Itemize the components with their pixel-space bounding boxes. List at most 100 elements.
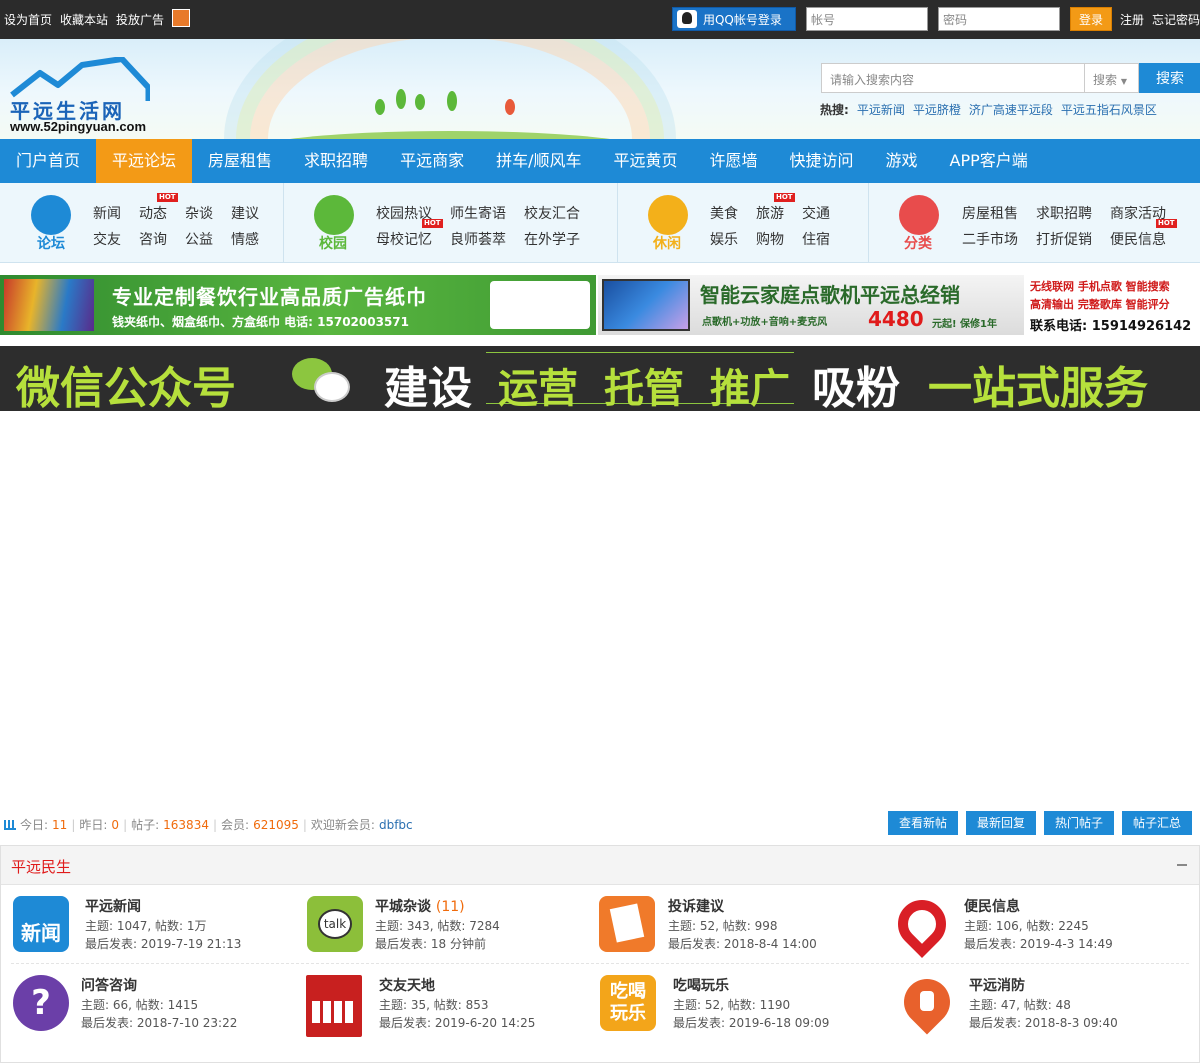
subnav-link[interactable]: 房屋租售	[962, 203, 1018, 223]
karaoke-ad-price: 4480	[868, 307, 924, 331]
nav-item-carpool[interactable]: 拼车/顺风车	[480, 139, 597, 183]
karaoke-ad-banner[interactable]: 智能云家庭点歌机平远总经销 点歌机+功放+音响+麦克风 4480 元起! 保修1…	[598, 275, 1200, 335]
password-field[interactable]: 密码	[937, 7, 1060, 31]
search-type-select[interactable]: 搜索 ▼	[1085, 63, 1139, 93]
subnav-link[interactable]: 购物	[756, 229, 784, 249]
subnav-link[interactable]: 美食	[710, 203, 738, 223]
username-field[interactable]: 帐号	[805, 7, 928, 31]
subnav-link[interactable]: 交友	[93, 229, 121, 249]
nav-item-jobs[interactable]: 求职招聘	[288, 139, 384, 183]
new-posts-button[interactable]: 查看新帖	[887, 811, 958, 835]
karaoke-machine-image	[602, 279, 690, 331]
subnav-link[interactable]: 师生寄语	[450, 203, 506, 223]
forum-card[interactable]: 交友天地 主题: 35, 帖数: 853 最后发表: 2019-6-20 14:…	[306, 975, 596, 1043]
nav-item-forum[interactable]: 平远论坛	[96, 139, 193, 183]
subnav-link[interactable]: 新闻	[93, 203, 121, 223]
forum-last-post[interactable]: 最后发表: 2018-8-4 14:00	[668, 935, 817, 952]
forum-card[interactable]: 便民信息 主题: 106, 帖数: 2245 最后发表: 2019-4-3 14…	[888, 890, 1184, 964]
subnav-link[interactable]: 动态	[139, 203, 167, 223]
subnav-link[interactable]: 母校记忆	[376, 229, 432, 249]
login-button[interactable]: 登录	[1069, 7, 1112, 31]
forum-last-post[interactable]: 最后发表: 2018-8-3 09:40	[969, 1014, 1118, 1031]
subnav-link[interactable]: 情感	[231, 229, 259, 249]
forum-last-post[interactable]: 最后发表: 2019-7-19 21:13	[85, 935, 241, 952]
question-icon: ?	[13, 975, 69, 1031]
forum-name[interactable]: 交友天地	[379, 975, 435, 995]
row-divider	[11, 963, 1189, 964]
hot-term[interactable]: 平远脐橙	[913, 101, 961, 118]
site-logo[interactable]: 平远生活网 www.52pingyuan.com	[8, 53, 158, 137]
napkin-product-image	[4, 279, 94, 331]
set-homepage-link[interactable]: 设为首页	[4, 11, 52, 28]
forum-card[interactable]: 平远消防 主题: 47, 帖数: 48 最后发表: 2018-8-3 09:40	[894, 969, 1190, 1043]
subnav-link[interactable]: 求职招聘	[1036, 203, 1092, 223]
subnav-link[interactable]: 娱乐	[710, 229, 738, 249]
collapse-icon[interactable]	[1177, 864, 1187, 866]
subnav-link[interactable]: 住宿	[802, 229, 830, 249]
subnav-link[interactable]: 二手市场	[962, 229, 1018, 249]
subnav-link[interactable]: 公益	[185, 229, 213, 249]
newest-member-link[interactable]: dbfbc	[379, 818, 413, 832]
nav-item-wish-wall[interactable]: 许愿墙	[694, 139, 774, 183]
nav-item-yellow-pages[interactable]: 平远黄页	[597, 139, 693, 183]
search-input[interactable]: 请输入搜索内容	[821, 63, 1085, 93]
subnav-link[interactable]: 打折促销	[1036, 229, 1092, 249]
napkin-ad-banner[interactable]: 专业定制餐饮行业高品质广告纸巾 钱夹纸巾、烟盒纸巾、方盒纸巾 电话: 15702…	[0, 275, 596, 335]
nav-item-home[interactable]: 门户首页	[0, 139, 96, 183]
forum-card[interactable]: 吃喝玩乐 吃喝玩乐 主题: 52, 帖数: 1190 最后发表: 2019-6-…	[600, 975, 890, 1043]
hot-term[interactable]: 平远新闻	[857, 101, 905, 118]
nav-item-housing[interactable]: 房屋租售	[192, 139, 288, 183]
qq-login-button[interactable]: 用QQ帐号登录	[671, 7, 796, 31]
forum-last-post[interactable]: 最后发表: 2019-6-20 14:25	[379, 1014, 535, 1031]
forum-card[interactable]: 投诉建议 主题: 52, 帖数: 998 最后发表: 2018-8-4 14:0…	[599, 896, 889, 964]
nav-item-merchants[interactable]: 平远商家	[384, 139, 480, 183]
forum-name[interactable]: 便民信息	[964, 896, 1020, 916]
subnav-group-label: 分类	[904, 236, 932, 252]
karaoke-ad-bundle: 点歌机+功放+音响+麦克风	[702, 317, 828, 328]
latest-replies-button[interactable]: 最新回复	[965, 811, 1036, 835]
forum-last-post[interactable]: 最后发表: 18 分钟前	[375, 935, 486, 952]
talk-icon: talk	[307, 896, 363, 952]
forum-card[interactable]: ? 问答咨询 主题: 66, 帖数: 1415 最后发表: 2018-7-10 …	[13, 975, 303, 1043]
nav-item-app[interactable]: APP客户端	[934, 139, 1044, 183]
section-title[interactable]: 平远民生	[11, 856, 71, 877]
subnav-link[interactable]: 良师荟萃	[450, 229, 506, 249]
search-button[interactable]: 搜索	[1139, 63, 1200, 93]
today-label: 今日:	[20, 818, 49, 832]
forum-last-post[interactable]: 最后发表: 2018-7-10 23:22	[81, 1014, 237, 1031]
forum-card[interactable]: 新闻 平远新闻 主题: 1047, 帖数: 1万 最后发表: 2019-7-19…	[13, 896, 303, 964]
hot-term[interactable]: 济广高速平远段	[969, 101, 1053, 118]
subnav-link[interactable]: 便民信息	[1110, 229, 1166, 249]
nav-item-games[interactable]: 游戏	[870, 139, 934, 183]
forum-last-post[interactable]: 最后发表: 2019-4-3 14:49	[964, 935, 1113, 952]
advertise-link[interactable]: 投放广告	[116, 11, 164, 28]
forgot-password-link[interactable]: 忘记密码	[1152, 11, 1200, 28]
stats-chart-icon	[4, 819, 16, 830]
bookmark-link[interactable]: 收藏本站	[60, 11, 108, 28]
post-summary-button[interactable]: 帖子汇总	[1121, 811, 1192, 835]
register-link[interactable]: 注册	[1120, 11, 1144, 28]
forum-name[interactable]: 平城杂谈 (11)	[375, 896, 465, 916]
subnav-link[interactable]: 咨询	[139, 229, 167, 249]
fire-icon	[894, 969, 960, 1035]
subnav-link[interactable]: 建议	[231, 203, 259, 223]
hot-term[interactable]: 平远五指石风景区	[1061, 101, 1157, 118]
subnav-link[interactable]: 在外学子	[524, 229, 580, 249]
forum-name[interactable]: 平远消防	[969, 975, 1025, 995]
subnav-link[interactable]: 旅游	[756, 203, 784, 223]
forum-name[interactable]: 投诉建议	[668, 896, 724, 916]
karaoke-ad-title: 智能云家庭点歌机平远总经销	[700, 283, 960, 307]
forum-name[interactable]: 问答咨询	[81, 975, 137, 995]
qr-code-icon[interactable]	[172, 9, 191, 27]
hot-posts-button[interactable]: 热门帖子	[1043, 811, 1114, 835]
forum-last-post[interactable]: 最后发表: 2019-6-18 09:09	[673, 1014, 829, 1031]
subnav-link[interactable]: 交通	[802, 203, 830, 223]
forum-card[interactable]: talk 平城杂谈 (11) 主题: 343, 帖数: 7284 最后发表: 1…	[307, 896, 597, 964]
forum-name[interactable]: 吃喝玩乐	[673, 975, 729, 995]
subnav-link[interactable]: 杂谈	[185, 203, 213, 223]
subnav-link[interactable]: 校友汇合	[524, 203, 580, 223]
forum-name[interactable]: 平远新闻	[85, 896, 141, 916]
hot-badge: HOT	[157, 193, 178, 202]
nav-item-quick-access[interactable]: 快捷访问	[774, 139, 870, 183]
wechat-ad-banner[interactable]: 微信公众号 建设 运营 托管 推广 吸粉 一站式服务	[0, 346, 1200, 411]
